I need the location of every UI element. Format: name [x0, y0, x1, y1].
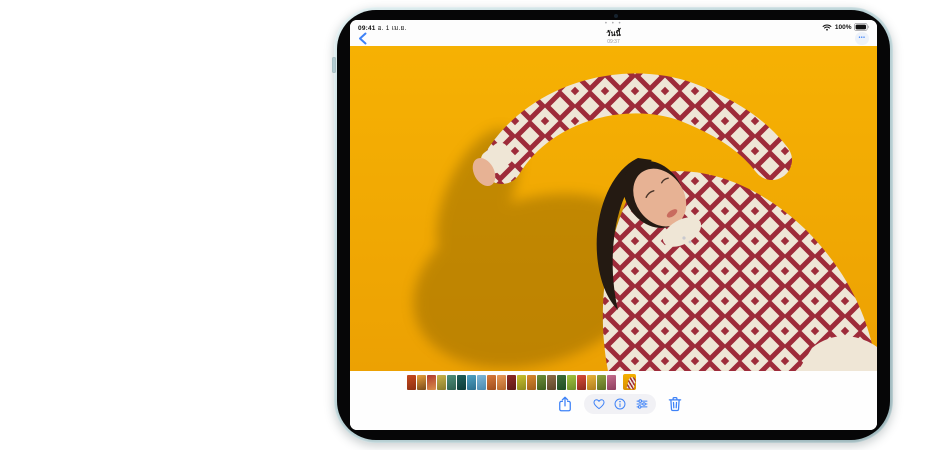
favorite-button[interactable] [592, 397, 606, 411]
thumbnail-item[interactable] [517, 375, 526, 390]
page-title: วันนี้ [350, 30, 877, 38]
thumbnail-item[interactable] [477, 375, 486, 390]
heart-icon [592, 397, 606, 411]
thumbnail-item[interactable] [417, 375, 426, 390]
thumbnail-item[interactable] [537, 375, 546, 390]
thumbnail-item[interactable] [407, 375, 416, 390]
thumbnail-strip [407, 374, 637, 390]
photo-actions-pill [584, 394, 656, 414]
thumbnail-item[interactable] [527, 375, 536, 390]
trash-icon [666, 395, 684, 413]
delete-button[interactable] [666, 395, 684, 413]
thumbnail-item-selected[interactable] [623, 374, 636, 390]
more-button[interactable]: ••• [855, 32, 869, 45]
thumbnail-item[interactable] [567, 375, 576, 390]
share-button[interactable] [556, 395, 574, 413]
thumbnail-item[interactable] [607, 375, 616, 390]
thumbnail-item[interactable] [487, 375, 496, 390]
thumbnail-item[interactable] [457, 375, 466, 390]
bottom-bar [350, 371, 877, 430]
front-camera [614, 14, 618, 18]
thumbnail-item[interactable] [587, 375, 596, 390]
thumbnail-item[interactable] [557, 375, 566, 390]
info-button[interactable] [613, 397, 627, 411]
info-icon [613, 397, 627, 411]
multitasking-indicator[interactable]: • • • [350, 21, 877, 27]
page-background: 09:41 อ. 1 เม.ย. • • • 100% [0, 0, 932, 450]
ipad-screen: 09:41 อ. 1 เม.ย. • • • 100% [350, 20, 877, 430]
ipad-device: 09:41 อ. 1 เม.ย. • • • 100% [334, 7, 893, 443]
thumbnail-item[interactable] [597, 375, 606, 390]
page-subtitle: 09:37 [350, 39, 877, 45]
adjust-sliders-icon [635, 397, 649, 411]
thumbnail-item[interactable] [467, 375, 476, 390]
photo-illustration [350, 46, 877, 371]
toolbar [350, 394, 877, 416]
share-icon [556, 395, 574, 413]
thumbnail-item[interactable] [547, 375, 556, 390]
ipad-bezel: 09:41 อ. 1 เม.ย. • • • 100% [337, 10, 890, 440]
header-bar: 09:41 อ. 1 เม.ย. • • • 100% [350, 20, 877, 46]
thumbnail-item[interactable] [427, 375, 436, 390]
thumbnail-item[interactable] [437, 375, 446, 390]
thumbnail-item[interactable] [497, 375, 506, 390]
photo-canvas[interactable] [350, 46, 877, 371]
thumbnail-item[interactable] [577, 375, 586, 390]
thumbnail-item[interactable] [507, 375, 516, 390]
edit-button[interactable] [635, 397, 649, 411]
top-button [332, 57, 336, 73]
thumbnail-item[interactable] [447, 375, 456, 390]
